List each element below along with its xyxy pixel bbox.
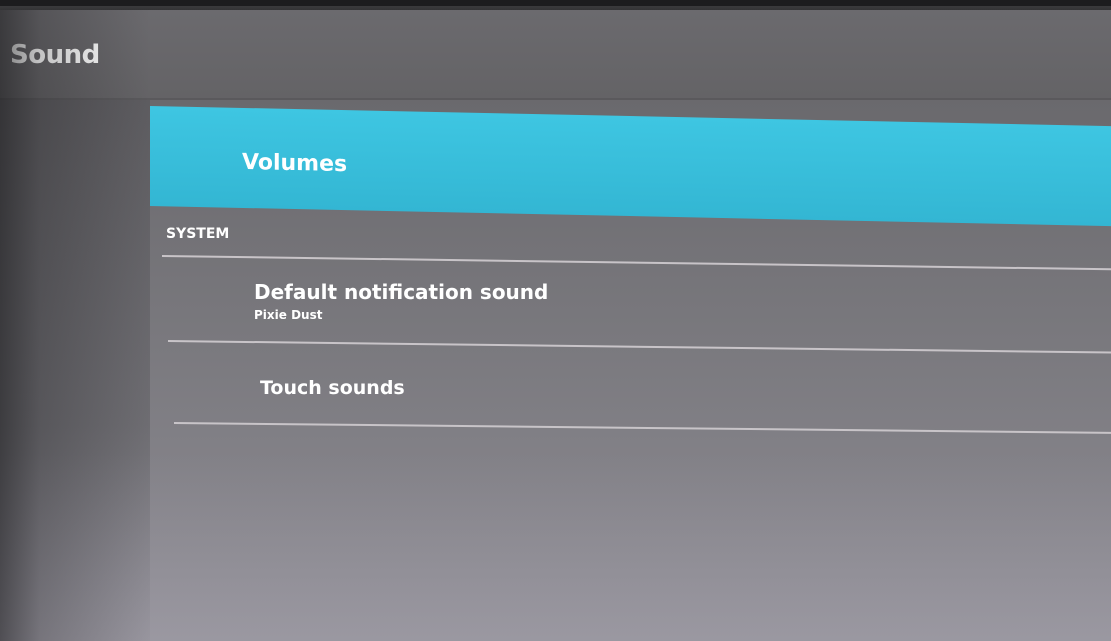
touch-sounds-title: Touch sounds (260, 377, 405, 399)
volumes-item[interactable]: Volumes (150, 106, 1111, 227)
divider (167, 340, 1111, 354)
divider (173, 422, 1111, 434)
default-notification-sound-summary: Pixie Dust (254, 308, 323, 322)
sound-settings-list: Volumes SYSTEM Default notification soun… (150, 100, 1111, 641)
section-header-system: SYSTEM (166, 226, 230, 242)
page-title: Sound (10, 40, 100, 70)
action-bar: Sound (0, 10, 1111, 100)
volumes-label: Volumes (242, 149, 348, 178)
touch-sounds-item[interactable]: Touch sounds (150, 355, 1111, 420)
headers-pane (0, 100, 150, 641)
settings-display: Sound Volumes SYSTEM Default notificatio… (0, 10, 1111, 641)
default-notification-sound-title: Default notification sound (254, 280, 549, 304)
screen: Sound Volumes SYSTEM Default notificatio… (0, 0, 1111, 641)
divider (161, 255, 1111, 271)
default-notification-sound-item[interactable]: Default notification sound Pixie Dust (150, 270, 1111, 340)
